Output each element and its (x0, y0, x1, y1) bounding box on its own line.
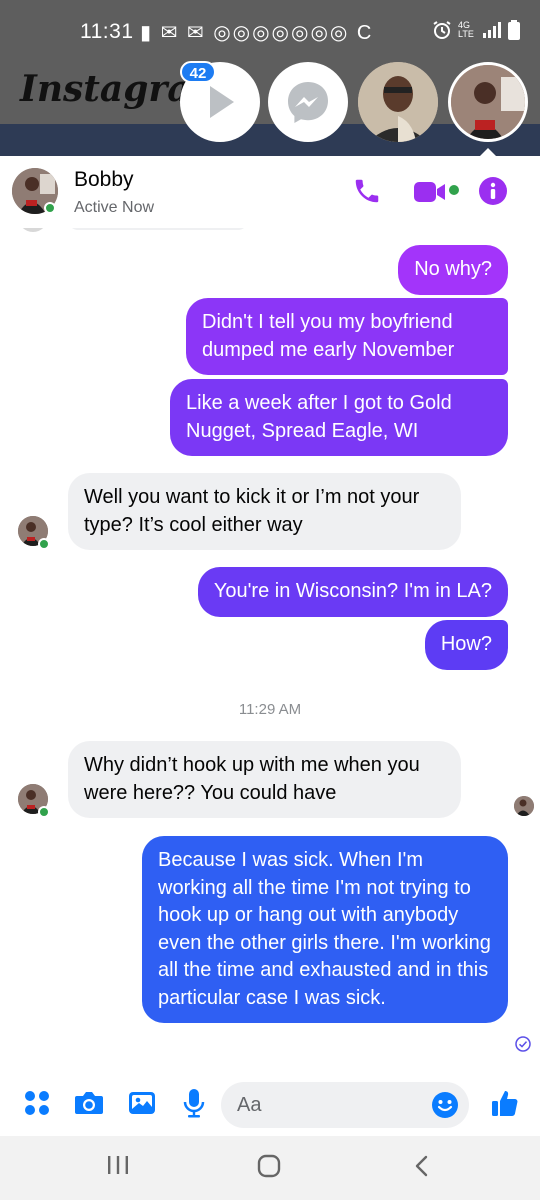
contact-chat-head-1[interactable] (358, 62, 438, 142)
delivered-check-icon (515, 1036, 531, 1057)
video-call-button[interactable] (412, 178, 448, 206)
system-icons: 4G LTE (432, 20, 520, 40)
like-button[interactable] (490, 1088, 520, 1123)
message-timestamp: 11:29 AM (238, 701, 302, 718)
network-type-label: 4G LTE (458, 20, 474, 39)
camera-icon (75, 1092, 103, 1114)
alarm-icon (433, 21, 451, 39)
recent-apps-icon (108, 1156, 128, 1174)
status-time: 11:31 (80, 20, 134, 43)
four-dots-icon (25, 1091, 49, 1115)
video-available-indicator (449, 185, 459, 195)
online-indicator (44, 202, 56, 214)
home-button[interactable] (257, 1154, 281, 1183)
messenger-icon (288, 82, 328, 123)
sender-online-indicator (38, 806, 50, 818)
notification-icons: ▮ ✉ ✉ ◎◎◎◎◎◎◎ C (140, 22, 374, 44)
system-navigation-bar (0, 1136, 540, 1200)
message-list[interactable]: No why? Didn't I tell you my boyfriend d… (0, 228, 540, 1074)
scrolled-bubble-edge (68, 228, 248, 230)
image-icon (129, 1092, 155, 1114)
incoming-message[interactable]: Why didn’t hook up with me when you were… (68, 741, 461, 818)
seen-avatar-photo (514, 796, 534, 816)
gallery-button[interactable] (128, 1089, 156, 1122)
outgoing-message[interactable]: You're in Wisconsin? I'm in LA? (197, 567, 508, 617)
phone-call-button[interactable] (352, 176, 382, 206)
emoji-button[interactable] (431, 1091, 459, 1124)
emoji-icon (432, 1092, 458, 1118)
camera-button[interactable] (74, 1090, 104, 1121)
seen-by-avatar (514, 796, 534, 816)
back-button[interactable] (410, 1154, 434, 1183)
microphone-icon (183, 1089, 205, 1118)
voice-message-button[interactable] (182, 1088, 206, 1123)
phone-icon (355, 179, 379, 203)
home-icon (257, 1154, 281, 1178)
contact-name[interactable]: Bobby (74, 168, 134, 192)
info-button[interactable] (478, 176, 508, 206)
outgoing-message[interactable]: Because I was sick. When I'm working all… (142, 836, 508, 1023)
contact-chat-head-bobby[interactable] (448, 62, 528, 142)
more-actions-button[interactable] (24, 1090, 50, 1121)
signal-icon (483, 22, 501, 38)
back-chevron-icon (415, 1155, 428, 1177)
battery-icon (508, 20, 520, 40)
info-icon (479, 177, 507, 205)
unread-badge: 42 (180, 61, 216, 83)
message-input[interactable] (237, 1082, 427, 1128)
scrolled-avatar-edge (18, 228, 48, 232)
recent-apps-button[interactable] (106, 1154, 130, 1181)
video-camera-icon (414, 182, 445, 202)
messenger-chat-head[interactable] (268, 62, 348, 142)
outgoing-message[interactable]: Like a week after I got to Gold Nugget, … (170, 379, 508, 456)
thumbs-up-icon (492, 1091, 518, 1117)
play-icon (210, 86, 234, 118)
contact-status: Active Now (74, 199, 155, 216)
incoming-message[interactable]: Well you want to kick it or I’m not your… (68, 473, 461, 550)
chat-header: Bobby Active Now (0, 156, 540, 228)
outgoing-message[interactable]: How? (424, 620, 508, 670)
message-composer (0, 1074, 540, 1136)
outgoing-message[interactable]: Didn't I tell you my boyfriend dumped me… (186, 298, 508, 375)
message-input-field[interactable] (221, 1082, 469, 1128)
outgoing-message[interactable]: No why? (398, 245, 508, 295)
status-bar: 11:31 ▮ ✉ ✉ ◎◎◎◎◎◎◎ C 4G LTE (0, 0, 540, 66)
contact-photo-1 (358, 62, 438, 142)
sender-online-indicator (38, 538, 50, 550)
